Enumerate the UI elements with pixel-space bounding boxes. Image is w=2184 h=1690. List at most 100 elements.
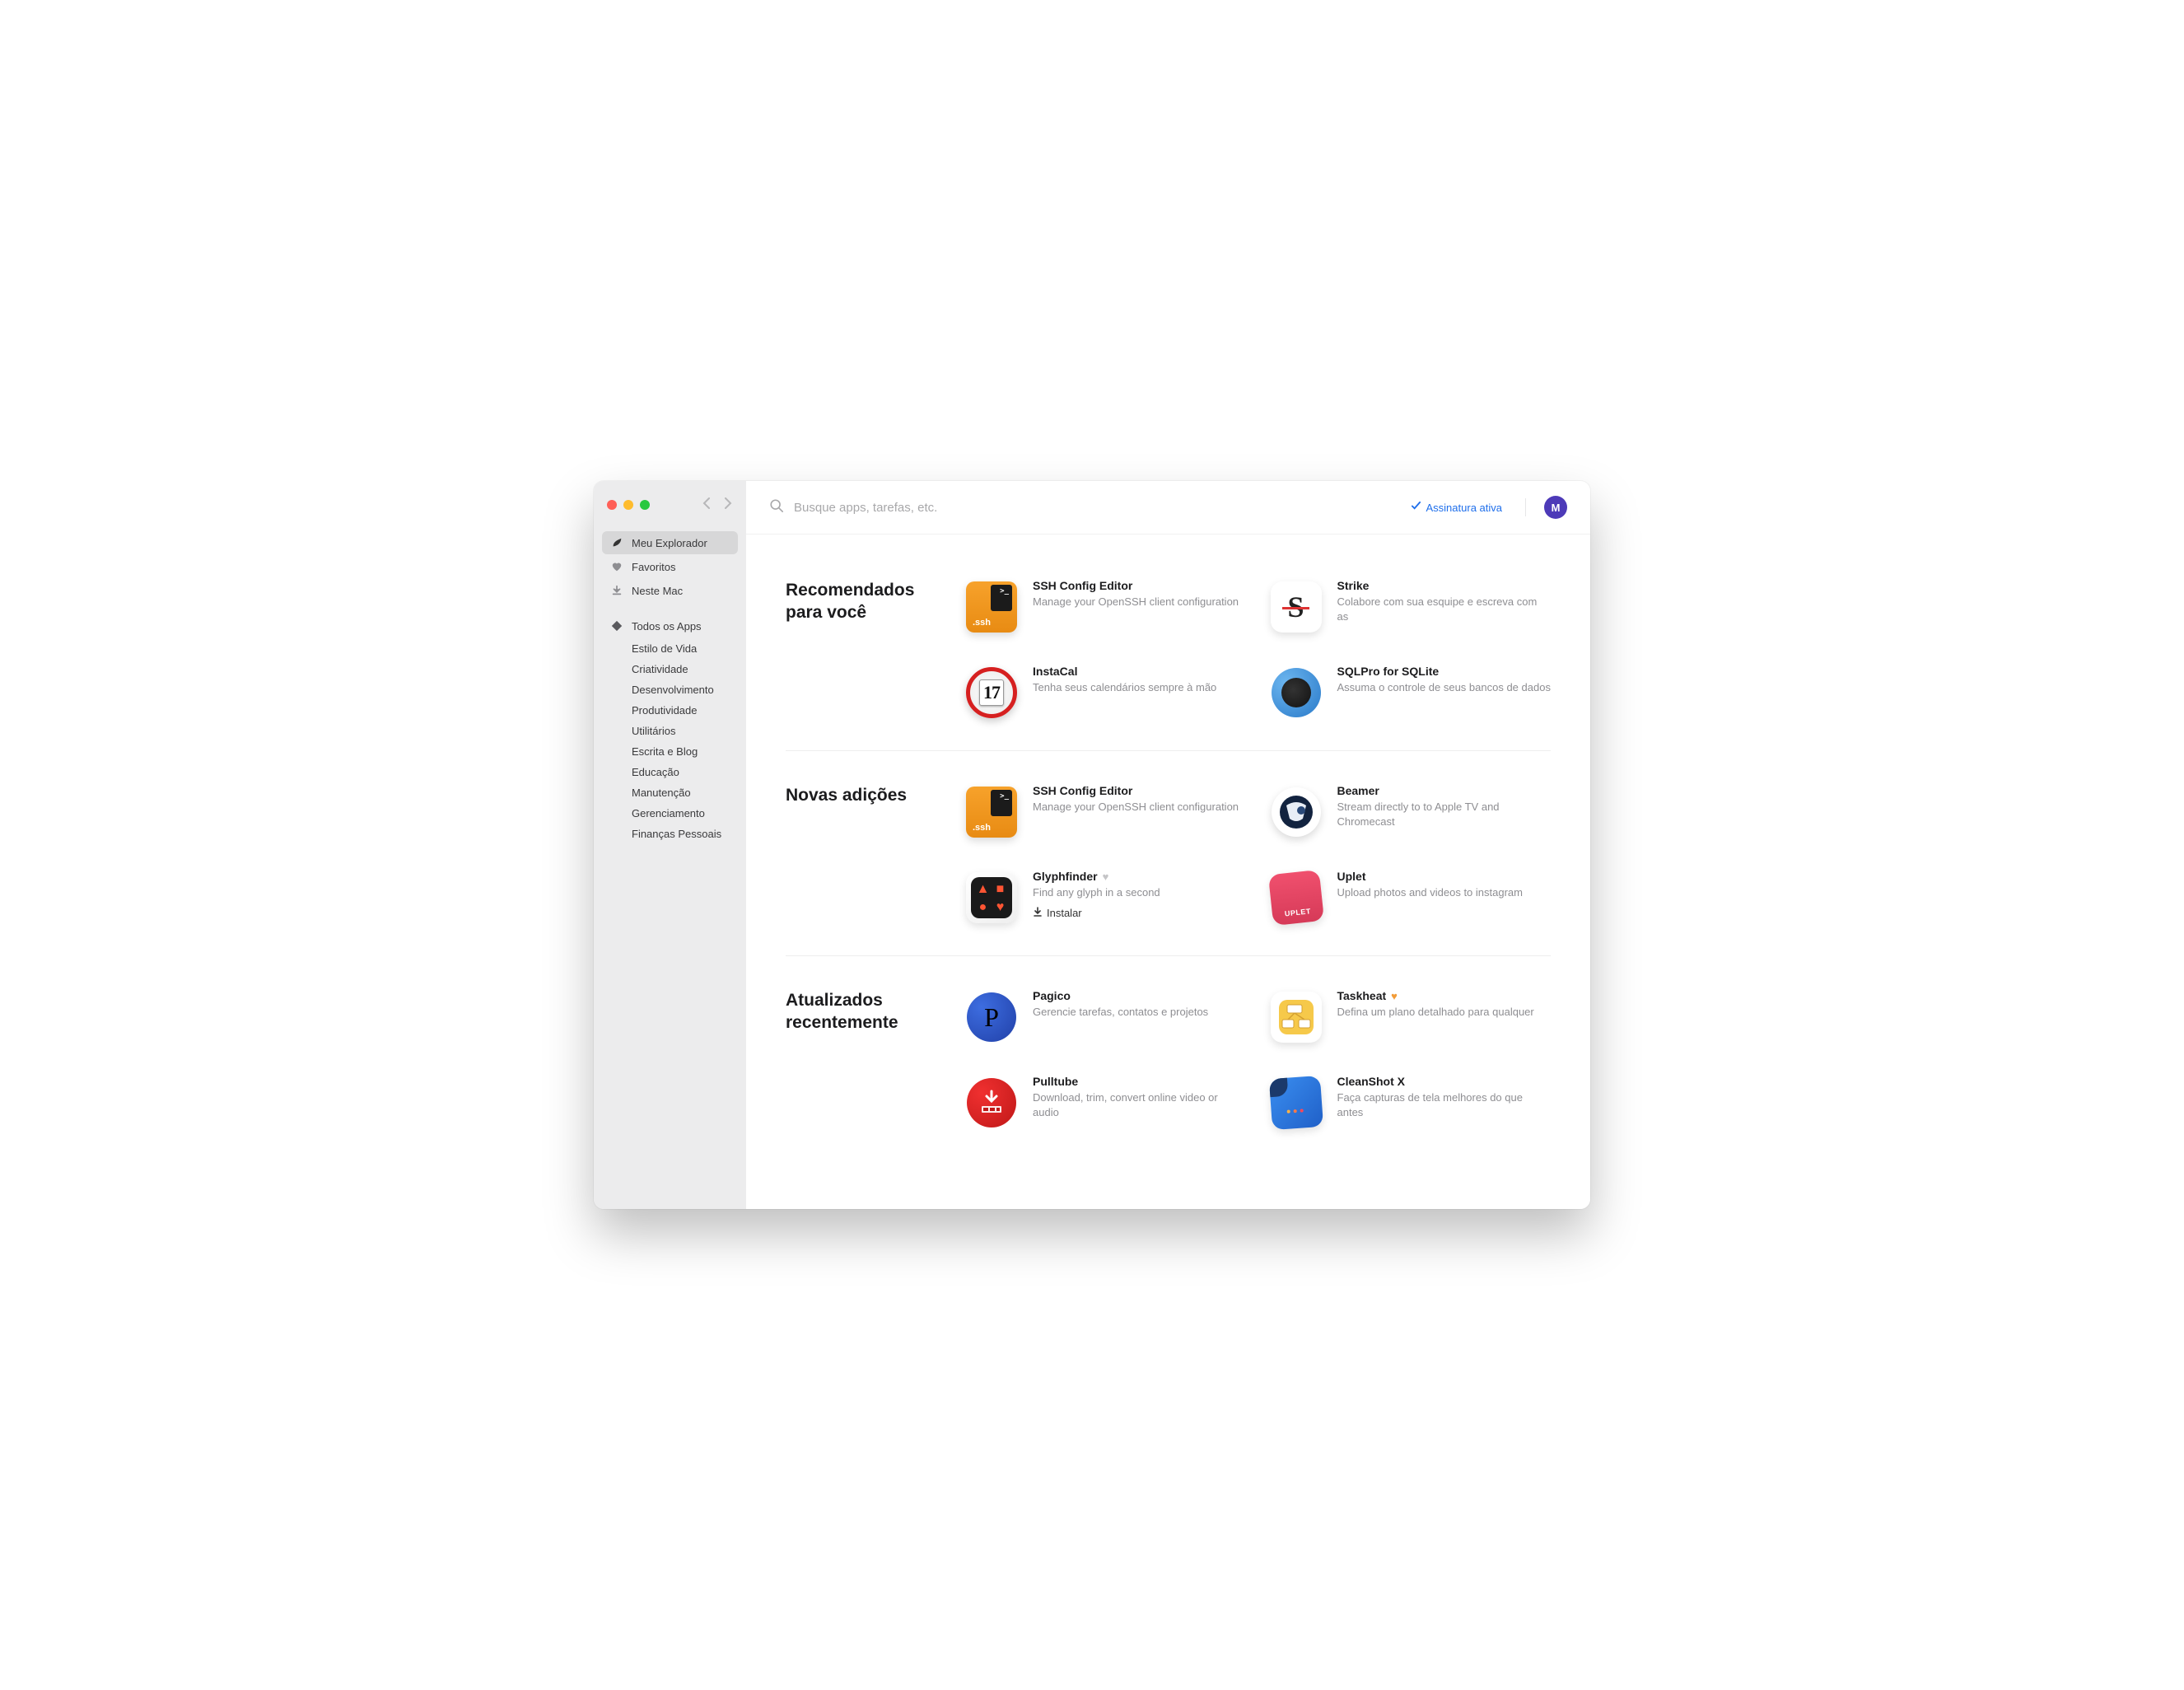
subscription-status[interactable]: Assinatura ativa [1411, 501, 1503, 514]
install-button[interactable]: Instalar [1033, 907, 1082, 919]
sidebar-category-creativity[interactable]: Criatividade [602, 659, 738, 679]
section-title: Atualizados recentemente [786, 989, 942, 1131]
app-icon: S [1271, 581, 1322, 633]
subscription-label: Assinatura ativa [1426, 502, 1503, 514]
favorite-icon[interactable]: ♥ [1391, 990, 1398, 1002]
sidebar-category-education[interactable]: Educação [602, 762, 738, 782]
app-name: InstaCal [1033, 665, 1247, 678]
sidebar-category-maintenance[interactable]: Manutenção [602, 782, 738, 803]
content-scroll[interactable]: Recomendados para você .ssh SSH Config E… [746, 535, 1590, 1209]
sidebar-item-label: Todos os Apps [632, 620, 702, 633]
sidebar-item-explorer[interactable]: Meu Explorador [602, 531, 738, 554]
sidebar-category-lifestyle[interactable]: Estilo de Vida [602, 638, 738, 659]
app-desc: Colabore com sua esquipe e escreva com a… [1337, 595, 1552, 624]
leaf-icon [610, 536, 623, 549]
avatar[interactable]: M [1544, 496, 1567, 519]
sidebar-category-management[interactable]: Gerenciamento [602, 803, 738, 824]
nav-back-button[interactable] [702, 496, 712, 513]
app-card-strike[interactable]: S Strike Colabore com sua esquipe e escr… [1268, 579, 1552, 635]
app-desc: Defina um plano detalhado para qualquer [1337, 1005, 1552, 1020]
app-card-pulltube[interactable]: Pulltube Download, trim, convert online … [964, 1075, 1247, 1131]
app-card-taskheat[interactable]: Taskheat ♥ Defina um plano detalhado par… [1268, 989, 1552, 1045]
app-card-sshconfig[interactable]: .ssh SSH Config Editor Manage your OpenS… [964, 579, 1247, 635]
apps-grid: P Pagico Gerencie tarefas, contatos e pr… [964, 989, 1551, 1131]
app-card-sqlpro[interactable]: SQLPro for SQLite Assuma o controle de s… [1268, 665, 1552, 721]
app-desc: Stream directly to to Apple TV and Chrom… [1337, 800, 1552, 829]
app-icon [1271, 992, 1322, 1043]
app-card-cleanshot[interactable]: CleanShot X Faça capturas de tela melhor… [1268, 1075, 1552, 1131]
section-new: Novas adições .ssh SSH Config Editor Man… [786, 750, 1551, 945]
app-desc: Manage your OpenSSH client configuration [1033, 595, 1247, 609]
search-input[interactable] [794, 501, 1401, 515]
sidebar-category-utilities[interactable]: Utilitários [602, 721, 738, 741]
diamond-icon [610, 619, 623, 633]
app-card-beamer[interactable]: Beamer Stream directly to to Apple TV an… [1268, 784, 1552, 840]
sidebar-item-thismac[interactable]: Neste Mac [602, 579, 738, 602]
app-name: Glyphfinder ♥ [1033, 870, 1247, 883]
app-icon [1272, 668, 1321, 717]
main-content: Assinatura ativa M Recomendados para voc… [746, 481, 1590, 1209]
app-name: CleanShot X [1337, 1075, 1552, 1088]
app-card-instacal[interactable]: 17 InstaCal Tenha seus calendários sempr… [964, 665, 1247, 721]
sidebar-item-label: Neste Mac [632, 585, 683, 597]
topbar: Assinatura ativa M [746, 481, 1590, 535]
sidebar-item-label: Meu Explorador [632, 537, 707, 549]
app-icon [1268, 1076, 1323, 1130]
app-desc: Gerencie tarefas, contatos e projetos [1033, 1005, 1247, 1020]
app-name: Pulltube [1033, 1075, 1247, 1088]
sidebar: Meu Explorador Favoritos Neste Mac Todos… [594, 481, 746, 1209]
app-desc: Faça capturas de tela melhores do que an… [1337, 1090, 1552, 1120]
app-name: Taskheat ♥ [1337, 989, 1552, 1002]
topbar-divider [1525, 498, 1526, 516]
app-desc: Find any glyph in a second [1033, 885, 1247, 900]
titlebar [602, 496, 738, 531]
download-icon [1033, 907, 1043, 919]
app-name: SQLPro for SQLite [1337, 665, 1552, 678]
sidebar-category-productivity[interactable]: Produtividade [602, 700, 738, 721]
sidebar-item-allapps[interactable]: Todos os Apps [602, 614, 738, 637]
minimize-button[interactable] [623, 500, 633, 510]
app-icon: .ssh [966, 787, 1017, 838]
app-card-pagico[interactable]: P Pagico Gerencie tarefas, contatos e pr… [964, 989, 1247, 1045]
sidebar-category-development[interactable]: Desenvolvimento [602, 679, 738, 700]
app-name: Uplet [1337, 870, 1552, 883]
app-desc: Download, trim, convert online video or … [1033, 1090, 1247, 1120]
app-desc: Upload photos and videos to instagram [1337, 885, 1552, 900]
nav-forward-button[interactable] [723, 496, 733, 513]
app-icon: 17 [966, 667, 1017, 718]
section-updated: Atualizados recentemente P Pagico Gerenc… [786, 955, 1551, 1151]
app-icon [1267, 870, 1323, 926]
app-name: Beamer [1337, 784, 1552, 797]
heart-icon [610, 560, 623, 573]
section-recommended: Recomendados para você .ssh SSH Config E… [786, 559, 1551, 740]
section-title: Recomendados para você [786, 579, 942, 721]
sidebar-item-favorites[interactable]: Favoritos [602, 555, 738, 578]
app-icon [967, 1078, 1016, 1127]
app-icon: ▲■●♥ [966, 872, 1017, 923]
app-card-uplet[interactable]: Uplet Upload photos and videos to instag… [1268, 870, 1552, 926]
window-controls [607, 500, 650, 510]
app-desc: Manage your OpenSSH client configuration [1033, 800, 1247, 815]
app-icon [1272, 787, 1321, 837]
app-name: SSH Config Editor [1033, 579, 1247, 592]
app-icon: P [967, 992, 1016, 1042]
sidebar-category-finance[interactable]: Finanças Pessoais [602, 824, 738, 844]
app-desc: Assuma o controle de seus bancos de dado… [1337, 680, 1552, 695]
sidebar-category-writing[interactable]: Escrita e Blog [602, 741, 738, 762]
close-button[interactable] [607, 500, 617, 510]
app-name: Pagico [1033, 989, 1247, 1002]
app-desc: Tenha seus calendários sempre à mão [1033, 680, 1247, 695]
apps-grid: .ssh SSH Config Editor Manage your OpenS… [964, 579, 1551, 721]
favorite-icon[interactable]: ♥ [1103, 871, 1109, 883]
app-icon: .ssh [966, 581, 1017, 633]
apps-grid: .ssh SSH Config Editor Manage your OpenS… [964, 784, 1551, 926]
download-icon [610, 584, 623, 597]
app-card-glyphfinder[interactable]: ▲■●♥ Glyphfinder ♥ Find any glyph in a s… [964, 870, 1247, 926]
check-icon [1411, 501, 1421, 514]
app-name: SSH Config Editor [1033, 784, 1247, 797]
section-title: Novas adições [786, 784, 942, 926]
app-name: Strike [1337, 579, 1552, 592]
search-icon [769, 498, 784, 517]
maximize-button[interactable] [640, 500, 650, 510]
app-card-sshconfig[interactable]: .ssh SSH Config Editor Manage your OpenS… [964, 784, 1247, 840]
